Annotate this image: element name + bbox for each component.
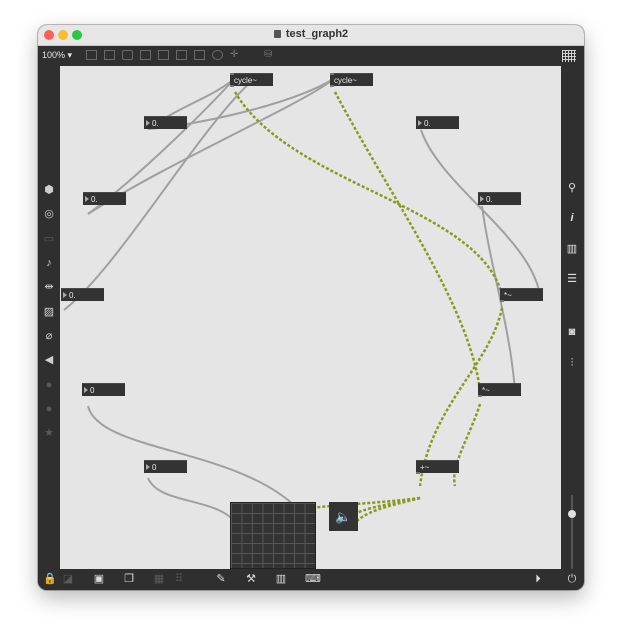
bang-icon[interactable] [158, 50, 169, 60]
float-number-box[interactable]: 0. [478, 192, 521, 205]
cycle-object[interactable]: cycle~ [230, 73, 273, 87]
signal-cord [350, 496, 421, 529]
object-label: cycle~ [234, 76, 257, 85]
music-note-icon[interactable]: ♪ [43, 257, 55, 269]
object-label: *~ [482, 386, 490, 395]
camera-icon[interactable]: ◙ [566, 326, 578, 338]
outlet[interactable] [500, 300, 504, 302]
volume-slider[interactable] [567, 495, 577, 569]
window-title: test_graph2 [38, 28, 584, 40]
grid-icon[interactable]: ▦ [153, 573, 165, 585]
patcher-window: test_graph2 100% ▾ ✛ ⛁ ⬢ ◎ ▭ ♪ ⇹ ▨ ⌀ ◀ ●… [38, 25, 584, 590]
columns-icon[interactable]: ▥ [566, 243, 578, 255]
image-icon[interactable]: ▨ [43, 306, 55, 318]
outlet[interactable] [230, 85, 234, 87]
number-value: 0 [90, 386, 95, 395]
zoom-menu[interactable]: 100% ▾ [42, 50, 72, 61]
split-arrows-icon[interactable]: ⇹ [43, 281, 55, 293]
matrix-grid[interactable] [230, 502, 316, 569]
piano-icon[interactable]: ▥ [275, 573, 287, 585]
comment-icon[interactable] [122, 50, 133, 60]
signal-cord [233, 91, 504, 296]
power-icon[interactable]: ⏻ [566, 573, 578, 585]
multiply-signal-object[interactable]: *~ [500, 288, 543, 302]
control-cord [147, 477, 239, 527]
document-icon [273, 30, 281, 38]
number-value: 0. [91, 195, 98, 204]
patch-cords [63, 77, 541, 529]
list-icon[interactable]: ☰ [566, 273, 578, 285]
int-number-box[interactable]: 0 [144, 460, 187, 473]
target-icon[interactable]: ◎ [43, 208, 55, 220]
message-icon[interactable] [140, 50, 151, 60]
search-icon[interactable]: ⚲ [566, 182, 578, 194]
float-number-box[interactable]: 0. [416, 116, 459, 129]
paint-icon[interactable]: ⛁ [264, 50, 275, 60]
tools-icon[interactable]: ✎ [215, 573, 227, 585]
dial-icon[interactable] [212, 50, 223, 60]
mixer-icon[interactable]: ⫶ [566, 357, 578, 369]
wrench-icon[interactable]: ⚒ [245, 573, 257, 585]
lock-icon[interactable]: 🔒 [43, 573, 57, 585]
object-label: +~ [420, 463, 430, 472]
grid-toggle-icon[interactable] [562, 50, 576, 62]
toggle-icon[interactable] [176, 50, 187, 60]
film-icon[interactable]: ▭ [43, 233, 55, 245]
volume-knob[interactable] [568, 510, 576, 519]
object-label: *~ [504, 291, 512, 300]
number-value: 0. [152, 119, 159, 128]
inlet[interactable] [330, 73, 334, 75]
number-value: 0. [69, 291, 76, 300]
presentation-icon[interactable]: ▣ [93, 573, 105, 585]
bottom-toolbar: 🔒 ◪ ▣ ❐ ▦ ⠿ ✎ ⚒ ▥ ⌨ ⏵ ⏻ [38, 569, 584, 590]
info-icon[interactable]: i [566, 212, 578, 224]
layout-icon[interactable] [86, 50, 97, 60]
title-bar: test_graph2 [38, 25, 584, 46]
p-circle-icon[interactable]: ● [43, 379, 55, 391]
number-value: 0. [424, 119, 431, 128]
play-icon[interactable]: ⏵ [532, 573, 544, 585]
dots-grid-icon[interactable]: ⠿ [173, 573, 185, 585]
b-circle-icon[interactable]: ● [43, 403, 55, 415]
multiply-signal-object[interactable]: *~ [478, 383, 521, 397]
cube-icon[interactable]: ⬢ [43, 184, 55, 196]
edit-icon[interactable]: ◪ [62, 573, 74, 585]
slider-icon[interactable] [194, 50, 205, 60]
panel-icon[interactable] [104, 50, 115, 60]
control-cord [420, 129, 541, 296]
outlet[interactable] [478, 395, 482, 397]
object-label: cycle~ [334, 76, 357, 85]
window-title-text: test_graph2 [285, 28, 349, 40]
keyboard-icon[interactable]: ⌨ [305, 573, 321, 585]
float-number-box[interactable]: 0. [144, 116, 187, 129]
volume-track [571, 495, 573, 569]
windows-icon[interactable]: ❐ [123, 573, 135, 585]
outlet[interactable] [330, 85, 334, 87]
move-icon[interactable]: ✛ [230, 50, 241, 60]
plug-icon[interactable]: ◀ [43, 354, 55, 366]
speaker-icon[interactable]: 🔈 [329, 502, 358, 531]
signal-cord [333, 91, 482, 392]
number-value: 0. [486, 195, 493, 204]
plus-signal-object[interactable]: +~ [416, 460, 459, 474]
float-number-box[interactable]: 0. [83, 192, 126, 205]
float-number-box[interactable]: 0. [61, 288, 104, 301]
top-toolbar: 100% ▾ ✛ ⛁ [38, 46, 584, 66]
int-number-box[interactable]: 0 [82, 383, 125, 396]
outlet[interactable] [416, 472, 420, 474]
cycle-object[interactable]: cycle~ [330, 73, 373, 87]
signal-cord [452, 403, 482, 487]
paperclip-icon[interactable]: ⌀ [43, 330, 55, 342]
number-value: 0 [152, 463, 157, 472]
patcher-canvas[interactable]: cycle~ cycle~ 0. 0. 0. 0. 0. 0 0 *~ *~ +… [60, 66, 561, 569]
star-icon[interactable]: ★ [43, 427, 55, 439]
inlet[interactable] [230, 73, 234, 75]
